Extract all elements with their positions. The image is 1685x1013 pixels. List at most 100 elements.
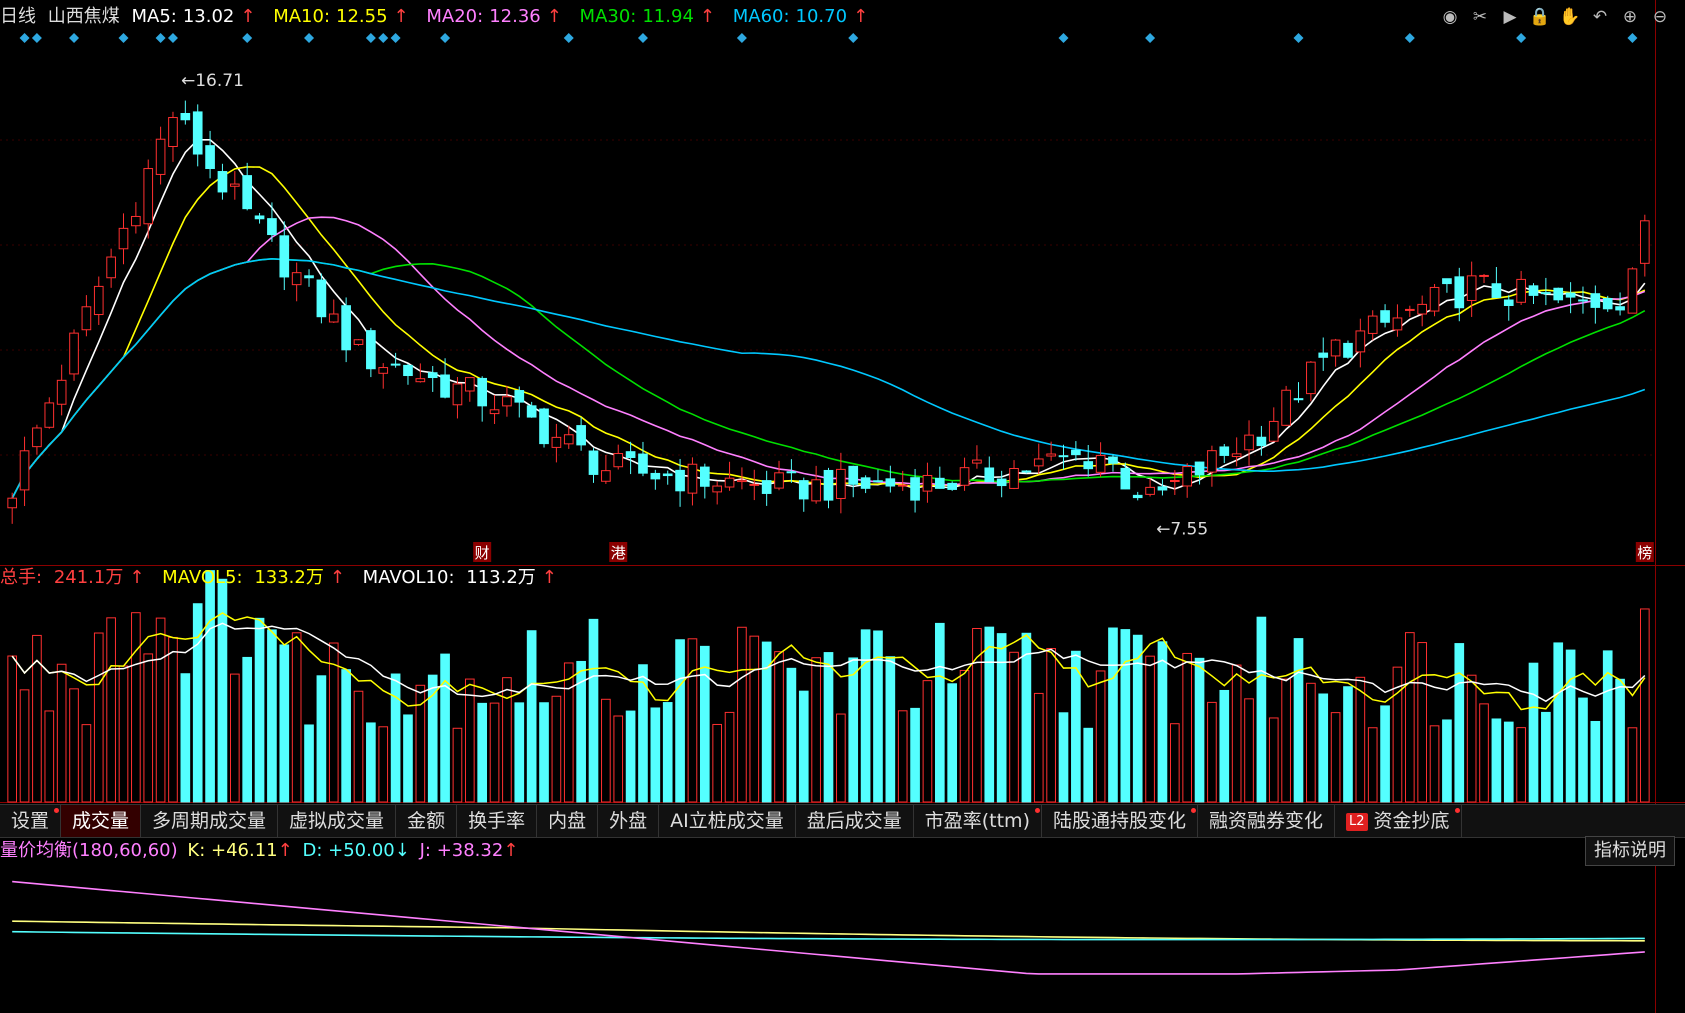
tab-9[interactable]: 盘后成交量: [796, 805, 914, 837]
candle-body: [1219, 446, 1230, 456]
volume-bar: [1244, 698, 1254, 803]
indicator-explain-button[interactable]: 指标说明: [1585, 836, 1675, 866]
volume-bar: [650, 707, 661, 803]
candle-body: [662, 473, 673, 477]
tab-3[interactable]: 虚拟成交量: [278, 805, 397, 837]
candle-body: [1182, 466, 1193, 487]
signal-diamond: [304, 33, 315, 43]
candle-body: [836, 468, 846, 499]
candle-body: [1095, 454, 1106, 473]
tab-label: 陆股通持股变化: [1052, 810, 1186, 832]
candle-body: [897, 484, 908, 487]
volume-bar: [44, 710, 55, 803]
volume-bar: [1256, 616, 1267, 803]
lock-icon[interactable]: 🔒: [1529, 6, 1551, 28]
ma20-legend: MA20: 12.36 ↑: [426, 6, 562, 27]
candle-body: [588, 450, 599, 475]
zoom-in-icon[interactable]: ⊕: [1619, 6, 1641, 28]
candle-body: [32, 427, 42, 448]
tab-5[interactable]: 换手率: [457, 805, 538, 837]
candle-body: [1293, 398, 1304, 401]
candle-body: [378, 367, 389, 374]
candle-body: [1046, 453, 1056, 457]
candle-body: [922, 474, 933, 492]
candle-body: [860, 477, 871, 489]
tab-0[interactable]: 设置: [0, 805, 62, 837]
volume-bar: [1145, 655, 1155, 803]
candle-body: [69, 332, 79, 375]
volume-bar: [1033, 692, 1044, 803]
volume-bar: [662, 702, 673, 803]
volume-bar: [1083, 727, 1094, 803]
tab-dot: [1034, 808, 1040, 813]
scissors-icon[interactable]: ✂: [1469, 6, 1491, 28]
volume-bar: [749, 635, 760, 803]
signal-diamond: [1404, 33, 1415, 43]
candle-body: [996, 478, 1007, 487]
candle-body: [811, 479, 821, 502]
candle-body: [761, 480, 772, 494]
indicator-name[interactable]: 量价均衡(180,60,60): [0, 840, 178, 861]
candle-body: [526, 405, 537, 418]
period-label[interactable]: 日线: [0, 6, 36, 27]
play-icon[interactable]: ▶: [1499, 6, 1521, 28]
volume-bar: [1046, 648, 1056, 803]
eye-icon[interactable]: ◉: [1439, 6, 1461, 28]
volume-bar: [1207, 701, 1217, 803]
hand-icon[interactable]: ✋: [1559, 6, 1581, 28]
ma20-line: [11, 216, 1646, 499]
candle-body: [205, 145, 215, 170]
candle-body: [1009, 467, 1019, 489]
volume-bar: [1503, 721, 1514, 803]
volume-bar: [885, 656, 896, 803]
candle-body: [699, 466, 710, 487]
tab-13[interactable]: L2 资金抄底: [1335, 805, 1462, 837]
volume-bar: [1182, 652, 1193, 803]
candle-body: [1602, 298, 1613, 310]
candle-body: [254, 215, 265, 220]
candle-body: [885, 478, 896, 487]
tab-6[interactable]: 内盘: [537, 805, 599, 837]
tab-11[interactable]: 陆股通持股变化: [1042, 805, 1198, 837]
candle-body: [93, 285, 104, 316]
candle-body: [1318, 352, 1329, 358]
tab-label: 设置: [11, 810, 50, 832]
volume-bar: [613, 715, 624, 803]
ma30-legend: MA30: 11.94 ↑: [579, 6, 715, 27]
candle-body: [934, 477, 945, 489]
volume-bar: [910, 707, 920, 803]
volume-bar: [551, 695, 562, 803]
tab-10[interactable]: 市盈率(ttm): [914, 805, 1042, 837]
zoom-out-icon[interactable]: ⊖: [1649, 6, 1671, 28]
tab-7[interactable]: 外盘: [598, 805, 660, 837]
candle-body: [551, 436, 562, 448]
event-marker-gang: 港: [611, 544, 626, 562]
undo-icon[interactable]: ↶: [1589, 6, 1611, 28]
volume-bar: [675, 639, 685, 803]
candle-body: [1429, 286, 1440, 312]
signal-diamond: [69, 33, 80, 43]
volume-bar: [341, 669, 351, 803]
tab-2[interactable]: 多周期成交量: [141, 805, 279, 837]
volume-bar: [823, 652, 834, 803]
candle-body: [1442, 278, 1452, 285]
volume-bar: [1404, 632, 1415, 803]
volume-bar: [267, 629, 277, 803]
volume-bar: [1565, 649, 1576, 803]
volume-bar: [242, 656, 253, 803]
volume-bar: [1343, 686, 1353, 803]
volume-bar: [291, 632, 302, 803]
tab-8[interactable]: AI立桩成交量: [659, 805, 796, 837]
tab-12[interactable]: 融资融券变化: [1198, 805, 1336, 837]
candle-body: [440, 374, 450, 398]
volume-header: 总手: 241.1万 ↑ MAVOL5: 133.2万 ↑ MAVOL10: 113…: [0, 563, 569, 593]
tab-label: 成交量: [72, 810, 130, 832]
volume-bar: [390, 673, 401, 803]
candle-body: [229, 183, 240, 187]
volume-bar: [489, 702, 500, 803]
candle-body: [1231, 453, 1242, 458]
tab-label: 虚拟成交量: [289, 810, 385, 832]
k-legend: K: +46.11↑: [187, 840, 293, 861]
tab-1[interactable]: 成交量: [61, 805, 142, 837]
tab-4[interactable]: 金额: [396, 805, 458, 837]
